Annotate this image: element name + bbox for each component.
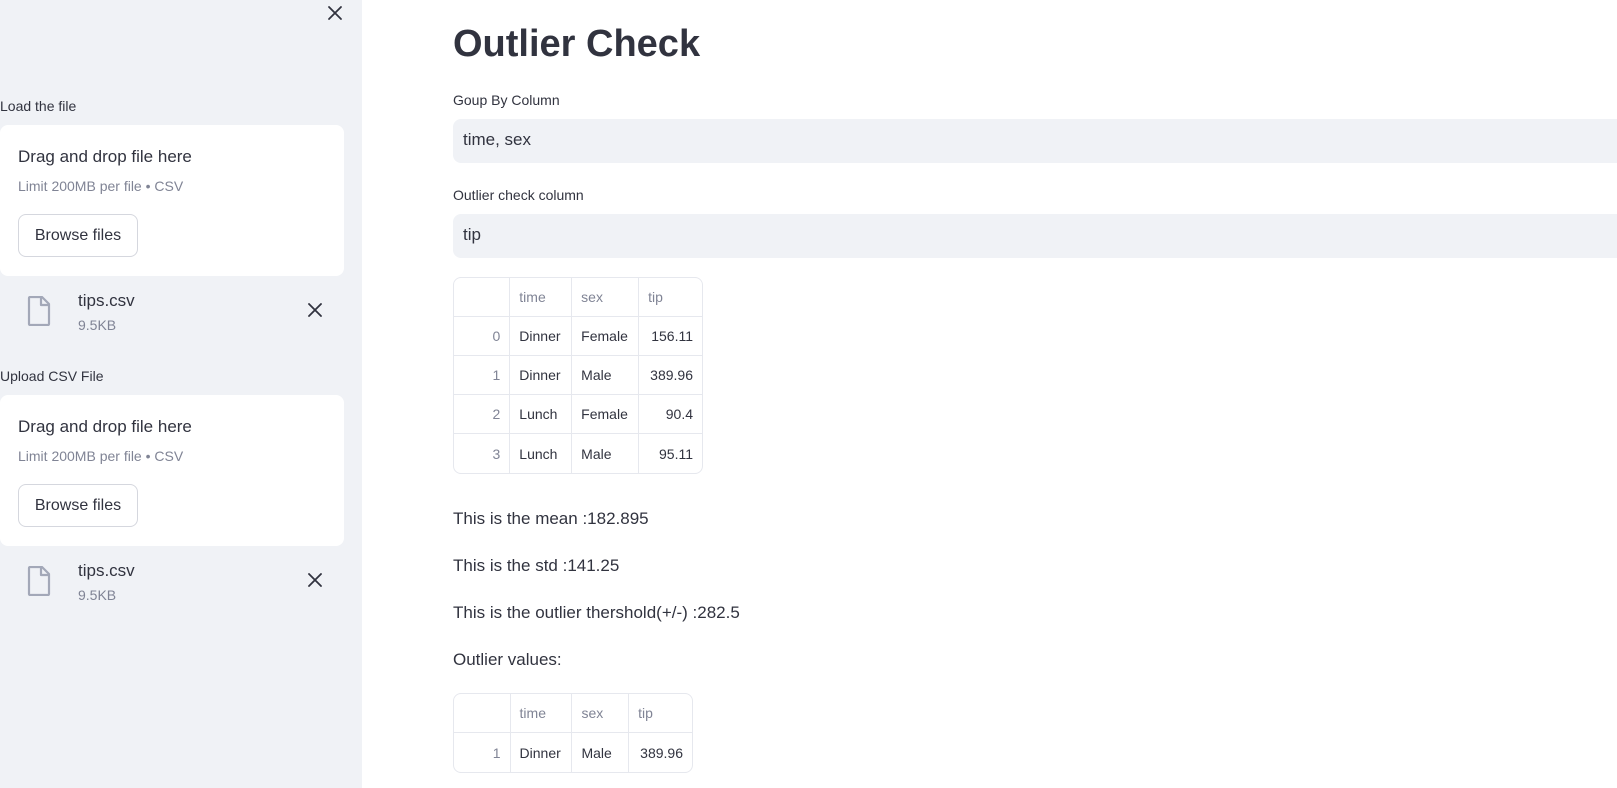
browse-files-button[interactable]: Browse files [18, 484, 138, 527]
main-content: Outlier Check Goup By Column time, sex O… [362, 0, 1617, 788]
remove-file-button[interactable] [303, 298, 327, 322]
file-icon [27, 296, 51, 326]
table-cell-tip[interactable]: 95.11 [639, 434, 702, 473]
table-cell-time[interactable]: Dinner [510, 317, 573, 356]
row-index-cell[interactable]: 1 [454, 733, 511, 772]
std-text: This is the std :141.25 [453, 556, 620, 575]
file-size: 9.5KB [78, 587, 117, 603]
table-row: 1 Dinner Male 389.96 [454, 733, 692, 772]
file-icon [27, 566, 51, 596]
row-index-cell[interactable]: 2 [454, 395, 511, 434]
table-cell-time[interactable]: Dinner [510, 356, 573, 395]
column-header-time[interactable]: time [510, 694, 573, 733]
table-cell-sex[interactable]: Female [572, 317, 640, 356]
column-header-tip[interactable]: tip [629, 694, 692, 733]
outlier-values-heading: Outlier values: [453, 650, 562, 669]
mean-text: This is the mean :182.895 [453, 509, 649, 528]
table-cell-sex[interactable]: Male [572, 434, 640, 473]
table-cell-sex[interactable]: Male [572, 356, 640, 395]
dropzone-limit: Limit 200MB per file • CSV [18, 178, 184, 194]
file-name: tips.csv [78, 291, 135, 310]
file-size: 9.5KB [78, 317, 117, 333]
row-index-cell[interactable]: 3 [454, 434, 511, 473]
summary-dataframe[interactable]: time sex tip 0 Dinner Female 156.11 1 Dinner Mal… [453, 277, 703, 474]
table-header-row: time sex tip [454, 278, 702, 317]
table-header-row: time sex tip [454, 694, 692, 733]
sidebar: Load the file Drag and drop file here Li… [0, 0, 362, 788]
table-cell-time[interactable]: Lunch [510, 434, 573, 473]
table-cell-time[interactable]: Lunch [510, 395, 573, 434]
outlier-column-value: tip [463, 225, 481, 244]
file-name: tips.csv [78, 561, 135, 580]
browse-files-button[interactable]: Browse files [18, 214, 138, 257]
table-cell-time[interactable]: Dinner [511, 733, 573, 772]
index-header[interactable] [454, 278, 511, 317]
close-icon [308, 303, 322, 317]
uploader-label-load: Load the file [0, 98, 77, 114]
uploaded-file-row: tips.csv 9.5KB [0, 558, 344, 610]
close-icon [328, 6, 342, 20]
close-icon [308, 573, 322, 587]
outlier-column-select[interactable]: tip [453, 214, 1617, 258]
outlier-column-label: Outlier check column [453, 187, 584, 203]
file-dropzone-load[interactable]: Drag and drop file here Limit 200MB per … [0, 125, 344, 276]
threshold-text: This is the outlier thershold(+/-) :282.… [453, 603, 740, 622]
uploaded-file-row: tips.csv 9.5KB [0, 288, 344, 340]
column-header-time[interactable]: time [510, 278, 573, 317]
column-header-sex[interactable]: sex [572, 694, 630, 733]
outlier-dataframe[interactable]: time sex tip 1 Dinner Male 389.96 [453, 693, 693, 773]
table-cell-tip[interactable]: 90.4 [639, 395, 702, 434]
dropzone-title: Drag and drop file here [18, 417, 192, 436]
dropzone-title: Drag and drop file here [18, 147, 192, 166]
sidebar-collapse-button[interactable] [322, 0, 348, 26]
page-title: Outlier Check [453, 23, 701, 65]
group-by-multiselect[interactable]: time, sex [453, 119, 1617, 163]
table-cell-tip[interactable]: 156.11 [639, 317, 702, 356]
table-cell-tip[interactable]: 389.96 [639, 356, 702, 395]
table-row: 1 Dinner Male 389.96 [454, 356, 702, 395]
table-row: 2 Lunch Female 90.4 [454, 395, 702, 434]
remove-file-button[interactable] [303, 568, 327, 592]
column-header-tip[interactable]: tip [639, 278, 702, 317]
table-cell-sex[interactable]: Male [572, 733, 630, 772]
uploader-label-upload: Upload CSV File [0, 368, 104, 384]
table-row: 0 Dinner Female 156.11 [454, 317, 702, 356]
column-header-sex[interactable]: sex [572, 278, 640, 317]
table-cell-tip[interactable]: 389.96 [629, 733, 692, 772]
row-index-cell[interactable]: 1 [454, 356, 511, 395]
group-by-label: Goup By Column [453, 92, 560, 108]
group-by-value: time, sex [463, 130, 532, 149]
row-index-cell[interactable]: 0 [454, 317, 511, 356]
table-cell-sex[interactable]: Female [572, 395, 640, 434]
dropzone-limit: Limit 200MB per file • CSV [18, 448, 184, 464]
index-header[interactable] [454, 694, 511, 733]
table-row: 3 Lunch Male 95.11 [454, 434, 702, 473]
file-dropzone-upload[interactable]: Drag and drop file here Limit 200MB per … [0, 395, 344, 546]
